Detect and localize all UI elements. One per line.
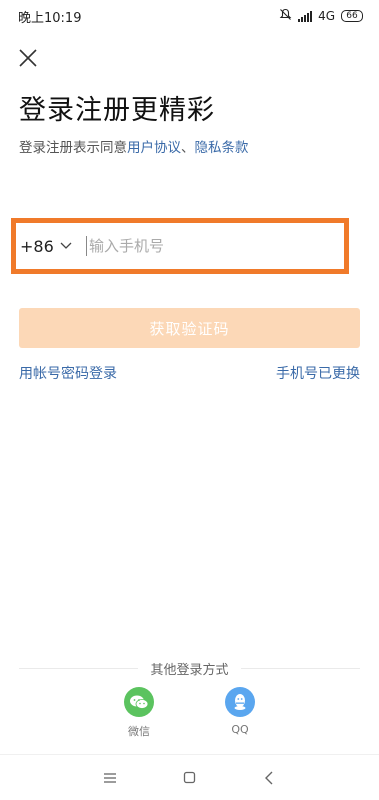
- other-login-title: 其他登录方式: [138, 658, 241, 678]
- country-code: +86: [20, 236, 54, 256]
- status-bar: 晚上10:19 4G 66: [0, 0, 379, 32]
- battery-level: 66: [346, 10, 358, 21]
- menu-icon: [103, 772, 116, 783]
- home-icon: [183, 771, 196, 784]
- agreement-prefix: 登录注册表示同意: [19, 140, 127, 156]
- agreement-text: 登录注册表示同意用户协议、隐私条款: [19, 136, 249, 156]
- back-icon: [265, 771, 273, 784]
- chevron-down-icon: [60, 242, 72, 249]
- qq-icon: [225, 687, 255, 717]
- wechat-icon: [124, 687, 154, 717]
- network-type: 4G: [318, 9, 335, 23]
- home-button[interactable]: [174, 763, 204, 793]
- status-time: 晚上10:19: [18, 10, 82, 26]
- signal-icon: [298, 10, 313, 22]
- get-code-button[interactable]: 获取验证码: [19, 308, 360, 348]
- account-login-link[interactable]: 用帐号密码登录: [19, 363, 117, 383]
- qq-login-button[interactable]: QQ: [215, 687, 265, 736]
- bell-off-icon: [279, 8, 292, 24]
- login-screen: 晚上10:19 4G 66 登录注册更精彩 登录注册表示同意用户协议、隐私条款 …: [0, 0, 379, 800]
- wechat-label: 微信: [128, 725, 150, 738]
- menu-button[interactable]: [95, 763, 125, 793]
- phone-input-box: +86: [11, 218, 349, 274]
- back-button[interactable]: [254, 763, 284, 793]
- page-title: 登录注册更精彩: [19, 95, 215, 126]
- agreement-separator: 、: [181, 140, 195, 156]
- system-nav-bar: [0, 754, 379, 800]
- user-agreement-link[interactable]: 用户协议: [127, 140, 181, 156]
- phone-number-input[interactable]: [86, 236, 326, 256]
- status-indicators: 4G 66: [279, 8, 363, 24]
- other-login-divider: 其他登录方式: [19, 658, 360, 678]
- country-code-selector[interactable]: +86: [16, 237, 82, 256]
- qq-label: QQ: [231, 723, 249, 736]
- close-icon: [19, 49, 37, 67]
- privacy-policy-link[interactable]: 隐私条款: [195, 140, 249, 156]
- battery-icon: 66: [341, 10, 363, 22]
- close-button[interactable]: [14, 44, 42, 72]
- phone-changed-link[interactable]: 手机号已更换: [276, 363, 360, 383]
- wechat-login-button[interactable]: 微信: [114, 687, 164, 739]
